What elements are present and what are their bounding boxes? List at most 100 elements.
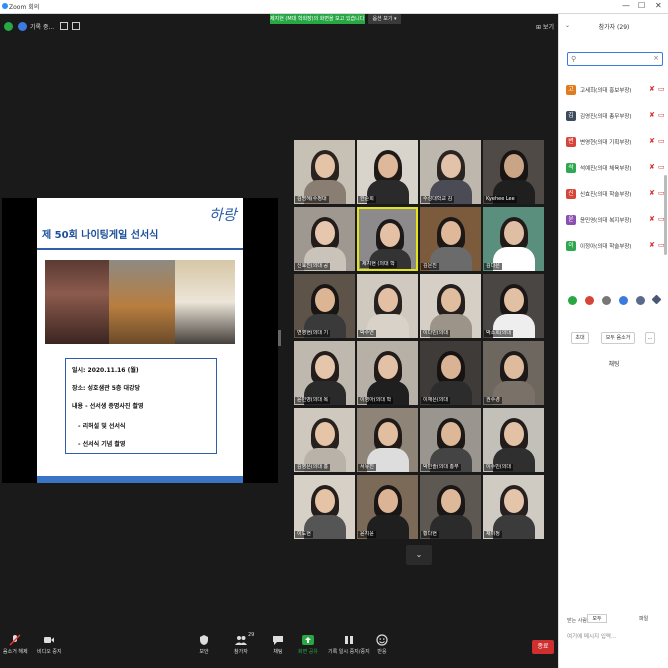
video-tile[interactable]: 채미정 bbox=[483, 475, 544, 539]
video-tile[interactable]: 수성대학교 김 bbox=[420, 140, 481, 204]
video-tile[interactable]: 윤민영(의대 복 bbox=[294, 341, 355, 405]
chat-label: 채팅 bbox=[273, 649, 283, 655]
participant-face bbox=[504, 288, 524, 312]
view-button[interactable]: ⊞ 보기 bbox=[536, 22, 554, 31]
mute-all-button[interactable]: 모두 음소거 bbox=[601, 332, 635, 344]
participant-item[interactable]: 윤 윤민영(의대 복지부장) ✘ ▭ bbox=[559, 210, 668, 236]
slide-photo-audience bbox=[45, 260, 109, 344]
mic-muted-icon: ✘ bbox=[649, 241, 655, 249]
video-tile[interactable]: 윤지윤 bbox=[357, 475, 418, 539]
slide-line-rehearsal: - 리허설 및 선서식 bbox=[78, 423, 126, 430]
share-screen-button[interactable]: 화면 공유 bbox=[298, 634, 318, 655]
video-tile[interactable]: Kyehee Lee bbox=[483, 140, 544, 204]
participant-item[interactable]: 석 석예진(의대 체육부장) ✘ ▭ bbox=[559, 158, 668, 184]
more-options-button[interactable]: ... bbox=[645, 332, 655, 344]
video-tile[interactable]: 김명혜(수정대 bbox=[294, 140, 355, 204]
unmute-label: 음소거 해제 bbox=[3, 649, 28, 655]
slide-line-date: 일시: 2020.11.16 (월) bbox=[72, 367, 139, 374]
video-off-icon: ▭ bbox=[658, 85, 665, 93]
yes-reaction-icon[interactable] bbox=[568, 296, 577, 305]
video-tile[interactable]: 박민솔(의대 총무 bbox=[420, 408, 481, 472]
stop-video-button[interactable]: 비디오 중지 bbox=[37, 634, 62, 655]
participant-name-label: 변영현(의대 기 bbox=[295, 330, 331, 337]
participant-name-label: 수성대학교 김 bbox=[421, 196, 455, 203]
share-screen-label: 화면 공유 bbox=[298, 649, 318, 655]
participant-name-label: 제지현 (의대 학 bbox=[360, 261, 397, 268]
video-tile[interactable]: 이도현 bbox=[294, 475, 355, 539]
video-tile[interactable]: 신효진(의대 공 bbox=[294, 207, 355, 271]
video-tile[interactable]: 김다은 bbox=[483, 207, 544, 271]
video-tile[interactable]: 이재은(의대 bbox=[420, 341, 481, 405]
participant-item[interactable]: 고 고세희(의대 홍보부장) ✘ ▭ bbox=[559, 80, 668, 106]
participant-face bbox=[315, 489, 335, 513]
video-tile[interactable]: 김영은(의대 홍 bbox=[294, 408, 355, 472]
participants-button[interactable]: 참가자 29 bbox=[234, 632, 254, 655]
video-tile[interactable]: 김은진 bbox=[420, 207, 481, 271]
participant-item[interactable]: 변 변영현(의대 기획부장) ✘ ▭ bbox=[559, 132, 668, 158]
encryption-icon[interactable] bbox=[4, 22, 13, 31]
video-off-icon: ▭ bbox=[658, 137, 665, 145]
video-tile[interactable]: 제지현 (의대 학 bbox=[357, 207, 418, 271]
participant-item[interactable]: 신 신효진(의대 학술부장) ✘ ▭ bbox=[559, 184, 668, 210]
collapse-icon[interactable]: ⌄ bbox=[565, 22, 570, 29]
participant-name: 김영진(의대 총무부장) bbox=[580, 114, 632, 120]
participants-count: 29 bbox=[248, 632, 255, 638]
mic-muted-icon: ✘ bbox=[649, 111, 655, 119]
video-tile[interactable]: 변영현(의대 기 bbox=[294, 274, 355, 338]
participant-item[interactable]: 이 이정아(의대 학술부장) ✘ ▭ bbox=[559, 236, 668, 262]
avatar: 윤 bbox=[566, 215, 576, 225]
participants-list: 고 고세희(의대 홍보부장) ✘ ▭ 김 김영진(의대 총무부장) ✘ ▭ 변 변영현(의대 기획… bbox=[559, 80, 668, 262]
slower-reaction-icon[interactable] bbox=[602, 296, 611, 305]
stop-icon[interactable] bbox=[72, 22, 80, 30]
participants-panel: 참가자 (29) ⌄ ⚲ × 고 고세희(의대 홍보부장) ✘ ▭ 김 김영진(의대 총무… bbox=[558, 14, 668, 668]
avatar: 이 bbox=[566, 241, 576, 251]
end-meeting-button[interactable]: 종료 bbox=[532, 640, 554, 654]
participants-icon bbox=[234, 636, 247, 645]
more-reaction-icon[interactable] bbox=[636, 296, 645, 305]
panel-scrollbar[interactable] bbox=[664, 175, 667, 255]
participant-search-input[interactable]: ⚲ × bbox=[567, 52, 663, 66]
reactions-button[interactable]: 반응 bbox=[376, 634, 388, 655]
avatar: 신 bbox=[566, 189, 576, 199]
coffee-reaction-icon[interactable] bbox=[651, 294, 662, 305]
video-tile[interactable]: 박소희(의대 bbox=[483, 274, 544, 338]
participant-face bbox=[315, 422, 335, 446]
no-reaction-icon[interactable] bbox=[585, 296, 594, 305]
video-tile[interactable]: 이수빈(의대 bbox=[483, 408, 544, 472]
participant-item[interactable]: 김 김영진(의대 총무부장) ✘ ▭ bbox=[559, 106, 668, 132]
video-tile[interactable]: 황다현 bbox=[420, 475, 481, 539]
info-icon[interactable] bbox=[18, 22, 27, 31]
unmute-button[interactable]: 음소거 해제 bbox=[3, 634, 28, 655]
participant-name-label: 박민솔(의대 총무 bbox=[421, 464, 461, 471]
maximize-button[interactable]: ☐ bbox=[638, 1, 645, 10]
video-tile[interactable]: 서유진 bbox=[357, 408, 418, 472]
chat-recipient-select[interactable]: 모두 bbox=[587, 614, 607, 623]
video-tile[interactable]: 박수연 bbox=[357, 274, 418, 338]
participant-face bbox=[315, 154, 335, 178]
pause-icon[interactable] bbox=[60, 22, 68, 30]
search-clear-icon[interactable]: × bbox=[653, 54, 659, 62]
participant-name: 이정아(의대 학술부장) bbox=[580, 244, 632, 250]
video-tile[interactable]: 한준희 bbox=[357, 140, 418, 204]
chat-message-input[interactable]: 여기에 메시지 입력... bbox=[567, 632, 616, 640]
participant-name-label: 한준희 bbox=[358, 196, 376, 203]
security-button[interactable]: 보안 bbox=[198, 634, 210, 655]
participant-name: 변영현(의대 기획부장) bbox=[580, 140, 632, 146]
video-tile[interactable]: 이다빈(의대 bbox=[420, 274, 481, 338]
participant-face bbox=[378, 422, 398, 446]
chat-file-button[interactable]: 파일 bbox=[639, 615, 648, 622]
video-tile[interactable]: 이영아(의대 학 bbox=[357, 341, 418, 405]
minimize-button[interactable]: — bbox=[622, 1, 630, 10]
page-down-button[interactable]: ⌄ bbox=[406, 545, 432, 565]
participant-face bbox=[441, 489, 461, 513]
invite-button[interactable]: 초대 bbox=[571, 332, 589, 344]
pause-record-button[interactable]: 기록 일시 중지/중지 bbox=[328, 634, 370, 655]
view-options-button[interactable]: 옵션 보기 ▾ bbox=[368, 14, 401, 24]
chat-button[interactable]: 채팅 bbox=[272, 634, 284, 655]
video-tile[interactable]: 권수경 bbox=[483, 341, 544, 405]
close-button[interactable]: ✕ bbox=[655, 1, 662, 10]
split-handle[interactable] bbox=[278, 330, 281, 346]
participant-face bbox=[378, 489, 398, 513]
participant-name-label: 이도현 bbox=[295, 531, 313, 538]
faster-reaction-icon[interactable] bbox=[619, 296, 628, 305]
